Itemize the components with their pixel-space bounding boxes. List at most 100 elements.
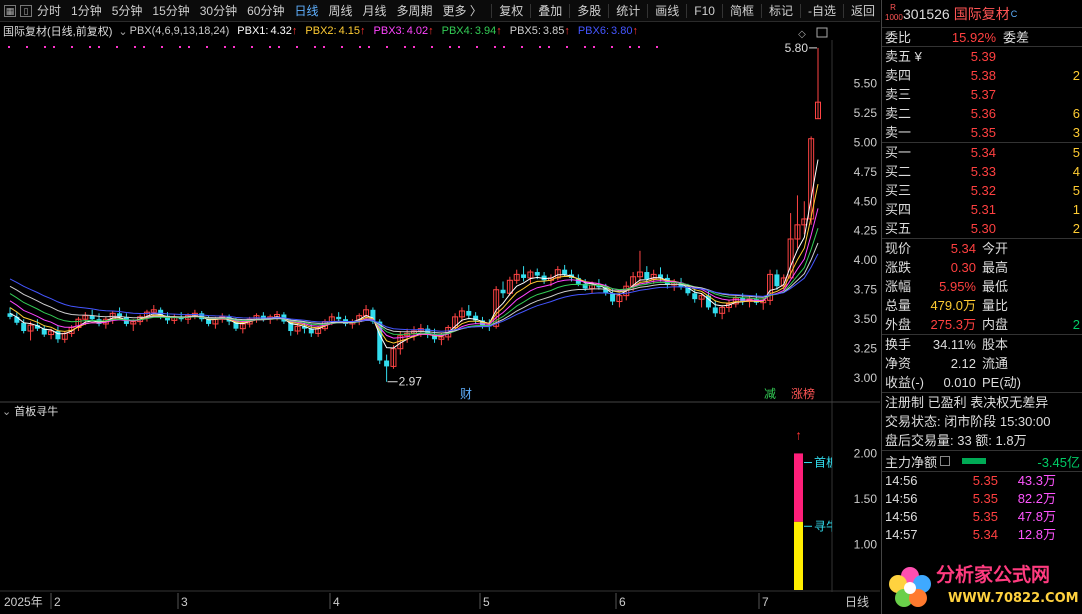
quote-value: 0.010 bbox=[943, 375, 976, 390]
quote-value: 479.0万 bbox=[930, 298, 976, 313]
logo-text: 分析家公式网 bbox=[936, 563, 1050, 586]
quote-label-2: 最低 bbox=[982, 279, 1009, 294]
indicator-label: PBX6: bbox=[577, 25, 610, 37]
ask-row[interactable]: 卖五 ¥ 5.39 bbox=[882, 47, 1082, 66]
period-tab[interactable]: 分时 bbox=[32, 0, 66, 22]
event-marker[interactable]: 减 bbox=[764, 387, 776, 401]
quote-value-2 bbox=[1008, 258, 1082, 277]
bid-row[interactable]: 买三 5.32 5 bbox=[882, 181, 1082, 200]
bid-row[interactable]: 买二 5.33 4 bbox=[882, 162, 1082, 181]
period-tab[interactable]: 更多 〉 bbox=[438, 0, 487, 22]
period-tab[interactable]: 日线 bbox=[289, 0, 323, 22]
quote-list: 现价 5.34 今开 涨跌 0.30 最高 涨幅 5.95% 最低 总量 479.0万 量比 外盘 275… bbox=[882, 239, 1082, 335]
indicator-label: PBX5: bbox=[509, 25, 541, 37]
market-badge: R 1000 bbox=[885, 2, 903, 22]
panel-icon[interactable]: ▯ bbox=[20, 4, 32, 17]
signal-dot bbox=[611, 46, 613, 48]
ask-row[interactable]: 卖一 5.35 3 bbox=[882, 123, 1082, 142]
info-line: 交易状态: 闭市阶段 15:30:00 bbox=[885, 414, 1051, 429]
candle bbox=[473, 312, 479, 324]
toolbar-button[interactable]: 统计 bbox=[611, 0, 645, 22]
signal-dot bbox=[638, 46, 640, 48]
event-marker[interactable]: 涨榜 bbox=[791, 386, 815, 401]
ask-row[interactable]: 卖二 5.36 6 bbox=[882, 104, 1082, 123]
bid-list: 买一 5.34 5 买二 5.33 4 买三 5.32 5 买四 5.31 1 买五 5.30 2 bbox=[882, 143, 1082, 239]
toolbar-button[interactable]: -自选 bbox=[803, 0, 841, 22]
period-toolbar: ▦ ▯ 分时 1分钟 5分钟 15分钟 30分钟 60分钟 日线 周线 月线 多周期 更多 〉 复权… bbox=[0, 0, 880, 22]
grid-icon[interactable]: ▦ bbox=[4, 4, 16, 17]
x-tick-label[interactable]: 日线 bbox=[845, 595, 869, 609]
signal-dot bbox=[296, 46, 298, 48]
quote-value-2 bbox=[1008, 239, 1082, 258]
quote-row: 外盘 275.3万 内盘 2 bbox=[882, 315, 1082, 334]
x-tick-label: 2 bbox=[54, 595, 61, 609]
bid-row[interactable]: 买四 5.31 1 bbox=[882, 200, 1082, 219]
indicator-name[interactable]: PBX(4,6,9,13,18,24) bbox=[130, 25, 230, 37]
period-tab[interactable]: 1分钟 bbox=[66, 0, 107, 22]
ask-row[interactable]: 卖四 5.38 2 bbox=[882, 66, 1082, 85]
level-volume: 3 bbox=[1072, 125, 1080, 140]
kline-chart[interactable]: 5.50 5.25 5.00 4.75 4.50 4.25 4.00 3.75 3.50 3.25… bbox=[0, 22, 880, 614]
toolbar-button[interactable]: F10 bbox=[689, 0, 720, 22]
toolbar-button[interactable]: 多股 bbox=[572, 0, 606, 22]
bid-row[interactable]: 买五 5.30 2 bbox=[882, 219, 1082, 238]
signal-dot bbox=[629, 46, 631, 48]
quote-value-2: 2 bbox=[1072, 317, 1080, 332]
period-tab[interactable]: 周线 bbox=[323, 0, 357, 22]
toolbar-button[interactable]: 标记 bbox=[764, 0, 798, 22]
candle bbox=[774, 269, 780, 290]
candle bbox=[55, 326, 61, 343]
quote-row: 总量 479.0万 量比 bbox=[882, 296, 1082, 315]
toolbar-button[interactable]: 简框 bbox=[725, 0, 759, 22]
indicator-label: PBX2: bbox=[305, 25, 337, 37]
quote-value: 275.3万 bbox=[930, 317, 976, 332]
toolbar-button[interactable]: 返回 bbox=[846, 0, 880, 22]
chevron-down-icon[interactable]: ⌄ bbox=[2, 405, 11, 418]
level-label: 卖三 bbox=[885, 87, 912, 102]
category-badge: C bbox=[1010, 8, 1018, 19]
signal-dot bbox=[584, 46, 586, 48]
period-tab[interactable]: 5分钟 bbox=[107, 0, 148, 22]
chevron-down-icon[interactable]: ⌄ bbox=[118, 25, 127, 38]
tick-row: 14:57 5.34 12.8万 bbox=[882, 526, 1082, 544]
pbx-line bbox=[9, 228, 819, 336]
candle bbox=[96, 313, 102, 327]
period-tab[interactable]: 60分钟 bbox=[242, 0, 289, 22]
period-tab[interactable]: 30分钟 bbox=[195, 0, 242, 22]
signal-dot bbox=[26, 46, 28, 48]
candle bbox=[815, 47, 821, 120]
signal-dot bbox=[8, 46, 10, 48]
y-tick-label: 4.50 bbox=[854, 194, 878, 208]
signal-dot bbox=[233, 46, 235, 48]
toolbar-divider bbox=[530, 3, 532, 18]
toolbar-button[interactable]: 叠加 bbox=[533, 0, 567, 22]
tick-volume: 82.2万 bbox=[1017, 491, 1056, 506]
toolbar-button[interactable]: 画线 bbox=[650, 0, 684, 22]
flow-bar bbox=[962, 458, 987, 464]
arrow-up-icon: ↑ bbox=[291, 25, 298, 37]
main-flow-row[interactable]: 主力净额 -3.45亿 bbox=[882, 450, 1082, 472]
period-tab[interactable]: 月线 bbox=[358, 0, 392, 22]
weibi-row: 委比 15.92% 委差 bbox=[882, 28, 1082, 47]
quote-value-2 bbox=[1008, 296, 1082, 315]
period-tab[interactable]: 15分钟 bbox=[147, 0, 194, 22]
period-tab[interactable]: 多周期 bbox=[392, 0, 438, 22]
info-line: 盘后交易量: 33 额: 1.8万 bbox=[885, 433, 1027, 448]
level-label: 卖五 ¥ bbox=[885, 49, 922, 64]
event-marker[interactable]: 财 bbox=[460, 387, 472, 401]
sub-chart-header: ⌄ 首板寻牛 bbox=[2, 403, 58, 419]
indicator-number: 3.85 bbox=[542, 25, 565, 37]
toolbar-button[interactable]: 复权 bbox=[494, 0, 528, 22]
quote-row: 涨跌 0.30 最高 bbox=[882, 258, 1082, 277]
quote-value: 5.34 bbox=[950, 241, 976, 256]
high-label: 5.80 bbox=[785, 41, 809, 55]
signal-dot bbox=[116, 46, 118, 48]
sub-chart-title[interactable]: 首板寻牛 bbox=[14, 403, 58, 419]
quote-panel: R 1000 301526 国际复材 C 委比 15.92% 委差 卖五 ¥ 5.… bbox=[881, 0, 1082, 614]
info-line: 注册制 已盈利 表决权无差异 bbox=[885, 395, 1049, 410]
ask-row[interactable]: 卖三 5.37 bbox=[882, 85, 1082, 104]
bid-row[interactable]: 买一 5.34 5 bbox=[882, 143, 1082, 162]
tick-price: 5.35 bbox=[972, 491, 998, 506]
indicator-label: PBX3: bbox=[373, 25, 405, 37]
stock-name[interactable]: 国际复材 bbox=[954, 4, 1010, 24]
